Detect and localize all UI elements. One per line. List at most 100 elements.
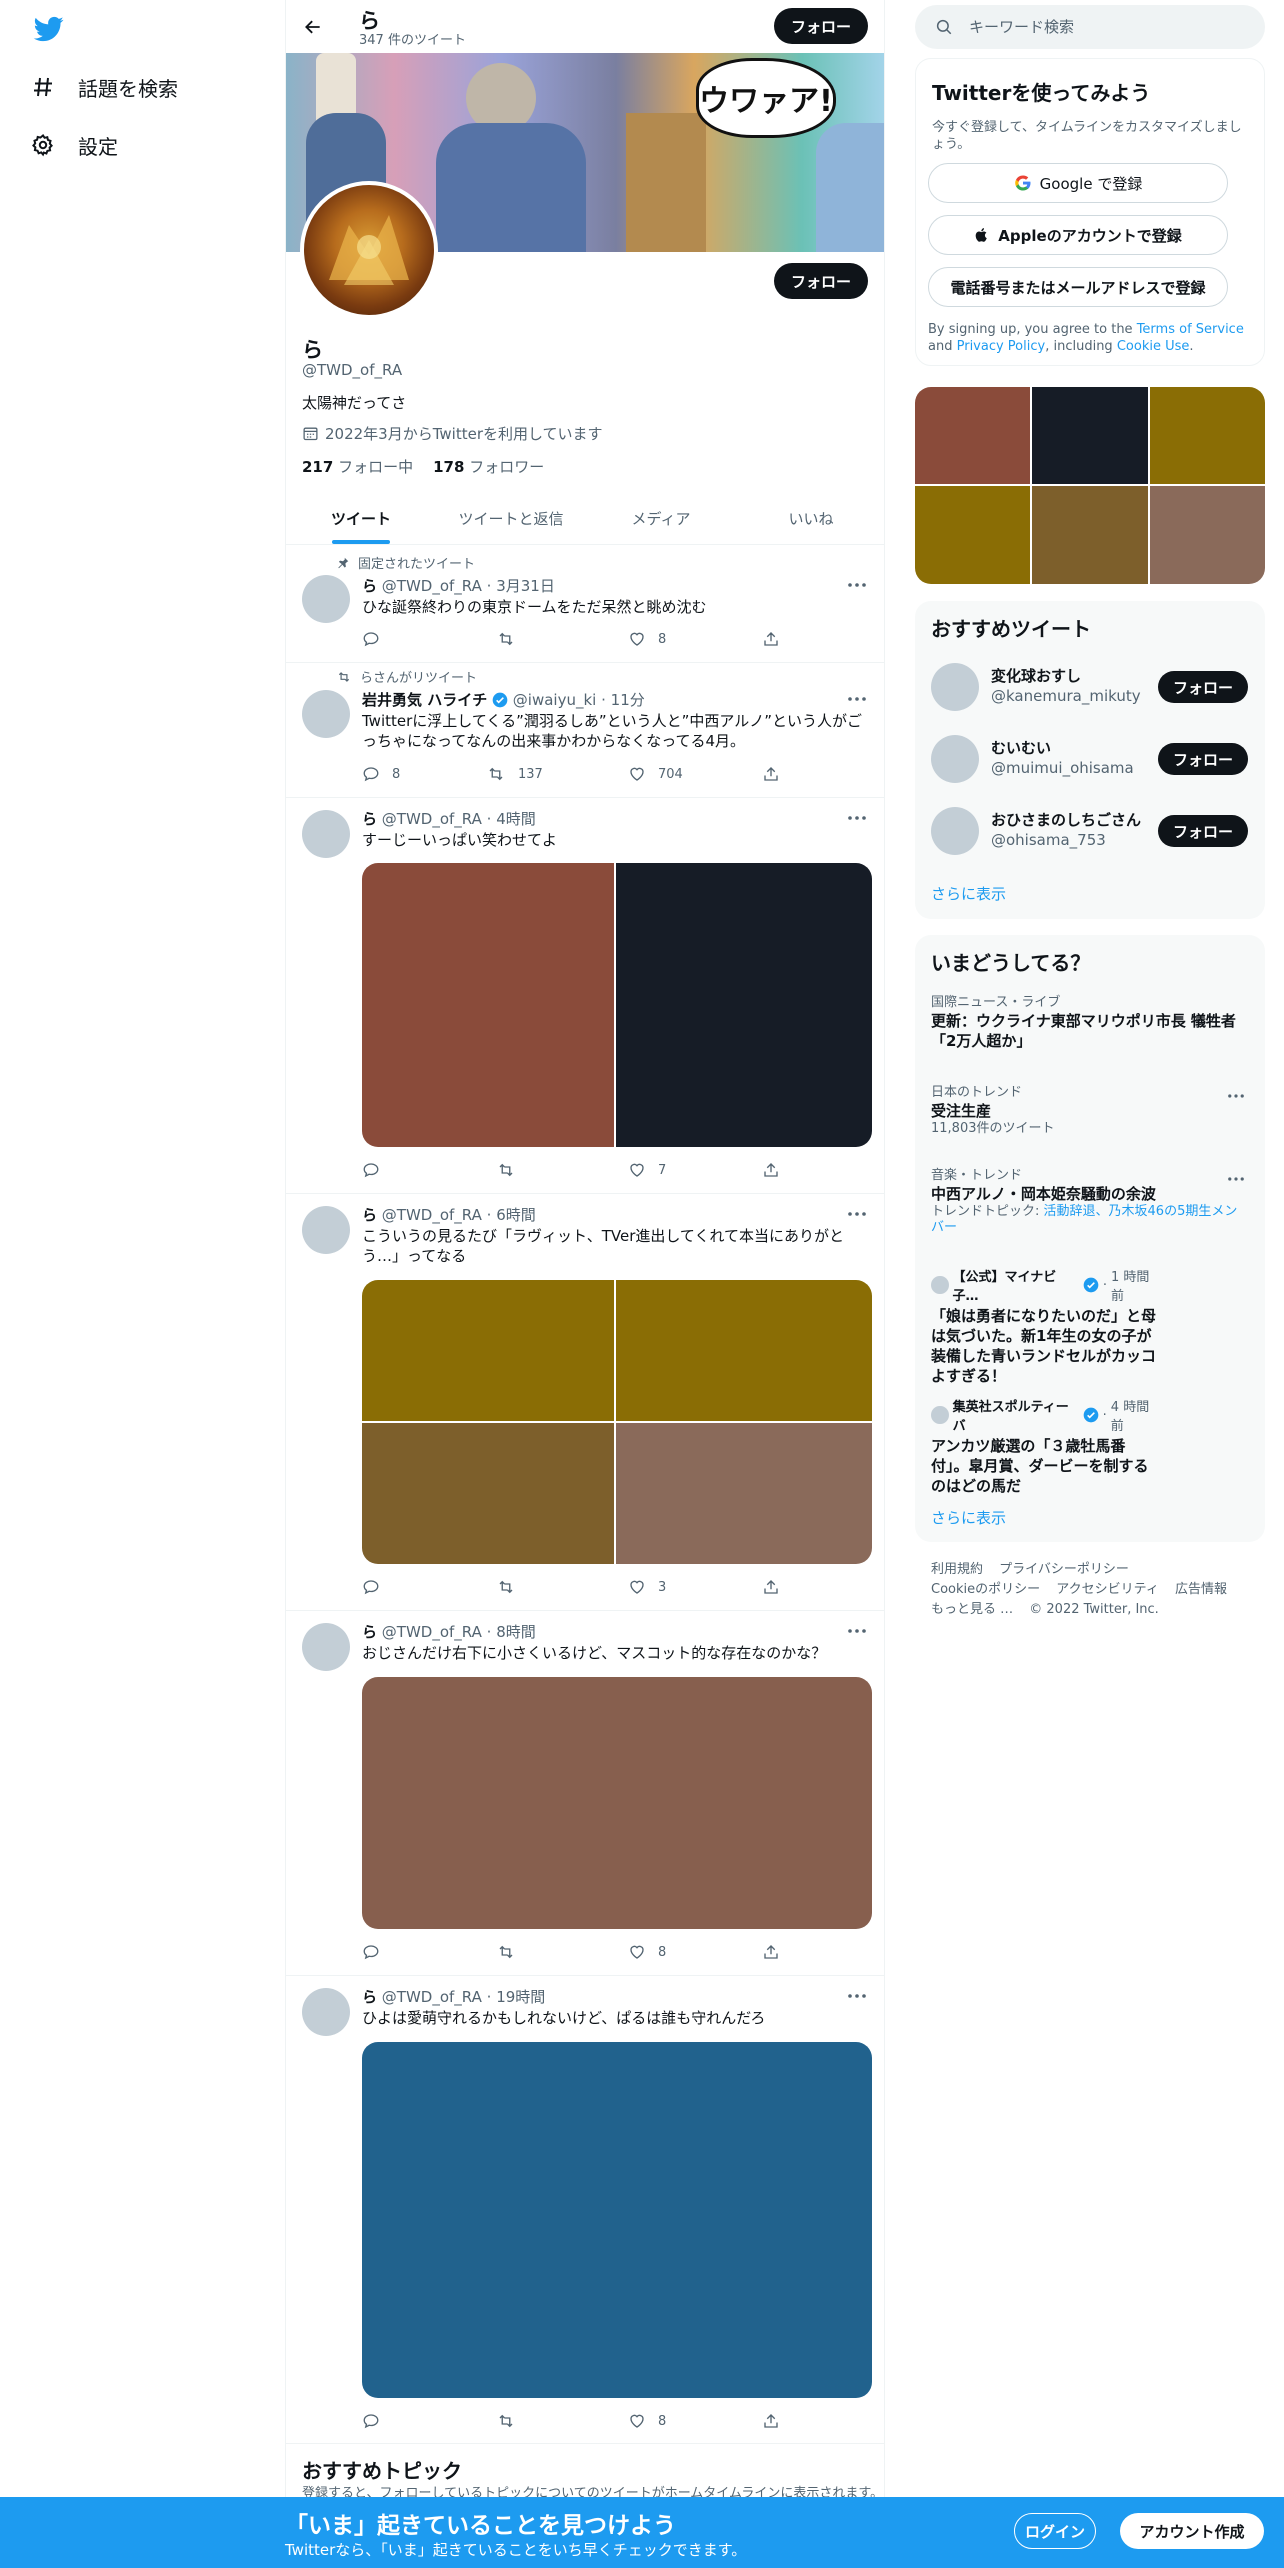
tweet[interactable]: らさんがリツイート 岩井勇気 ハライチ @iwaiyu_ki · 11分 Twi… [286, 663, 884, 798]
retweet-button[interactable]: 137 [486, 764, 543, 784]
apple-signup-button[interactable]: Appleのアカウントで登録 [928, 215, 1228, 255]
profile-avatar[interactable] [300, 181, 438, 319]
share-button[interactable] [762, 764, 780, 784]
footer-link[interactable]: 利用規約 [931, 1562, 983, 1577]
media-thumbnail[interactable] [1150, 387, 1265, 484]
google-signup-button[interactable]: Google で登録 [928, 163, 1228, 203]
tweet-handle[interactable]: @TWD_of_RA [382, 1988, 482, 2006]
signup-button[interactable]: アカウント作成 [1120, 2513, 1264, 2549]
like-button[interactable]: 704 [628, 764, 683, 784]
header-follow-button[interactable]: フォロー [774, 8, 868, 44]
follow-suggestion[interactable]: 変化球おすし @kanemura_mikuty フォロー [915, 651, 1265, 723]
retweet-button[interactable] [496, 1577, 528, 1597]
tab-media[interactable]: メディア [586, 492, 736, 544]
nav-explore[interactable]: 話題を検索 [30, 65, 178, 109]
retweet-button[interactable] [496, 629, 528, 649]
like-button[interactable]: 7 [628, 1160, 666, 1180]
following-link[interactable]: 217 フォロー中 [302, 456, 413, 477]
search-input[interactable] [969, 18, 1229, 36]
tweet-author[interactable]: ら [362, 1206, 377, 1224]
tweet[interactable]: ら @TWD_of_RA · 4時間 すーじーいっぱい笑わせてよ 7 [286, 798, 884, 1194]
tweet-avatar[interactable] [302, 810, 350, 858]
tweet[interactable]: ら @TWD_of_RA · 19時間 ひよは愛萌守れるかもしれないけど、ぱるは… [286, 1976, 884, 2444]
media-image[interactable] [616, 863, 872, 1147]
terms-link[interactable]: Terms of Service [1137, 322, 1244, 337]
tweet-handle[interactable]: @TWD_of_RA [382, 577, 482, 595]
news-item[interactable]: 【公式】マイナビ子… · 1 時間前 「娘は勇者になりたいのだ」と母は気づいた。新… [931, 1266, 1161, 1386]
reply-button[interactable] [362, 1160, 392, 1180]
tweet[interactable]: 固定されたツイート ら @TWD_of_RA · 3月31日 ひな誕祭終わりの東… [286, 545, 884, 663]
footer-link[interactable]: もっと見る … [931, 1602, 1013, 1617]
retweet-button[interactable] [496, 2411, 528, 2431]
avatar[interactable] [931, 663, 979, 711]
trends-show-more[interactable]: さらに表示 [931, 1507, 1006, 1528]
media-image[interactable] [616, 1423, 872, 1564]
follow-button[interactable]: フォロー [1158, 671, 1248, 703]
more-icon[interactable] [842, 1621, 872, 1641]
news-item[interactable]: 集英社スポルティーバ · 4 時間前 アンカツ厳選の「３歳牡馬番付」。皐月賞、ダー… [931, 1396, 1161, 1496]
tweet-avatar[interactable] [302, 1623, 350, 1671]
avatar[interactable] [931, 807, 979, 855]
tweet-author[interactable]: ら [362, 810, 377, 828]
followers-link[interactable]: 178 フォロワー [433, 456, 544, 477]
tweet-avatar[interactable] [302, 575, 350, 623]
tweet-time[interactable]: 3月31日 [496, 577, 555, 595]
nav-settings[interactable]: 設定 [30, 123, 118, 167]
tweet-time[interactable]: 4時間 [496, 810, 536, 828]
tab-likes[interactable]: いいね [736, 492, 884, 544]
footer-link[interactable]: プライバシーポリシー [999, 1562, 1129, 1577]
tweet-avatar[interactable] [302, 1206, 350, 1254]
media-thumbnail[interactable] [1032, 387, 1148, 484]
media-thumbnail[interactable] [915, 486, 1030, 584]
share-button[interactable] [762, 629, 780, 649]
tweet-media[interactable] [362, 863, 872, 1147]
follow-suggestion[interactable]: むいむい @muimui_ohisama フォロー [915, 723, 1265, 795]
tweet-avatar[interactable] [302, 690, 350, 738]
follow-button[interactable]: フォロー [1158, 743, 1248, 775]
tweet-time[interactable]: 6時間 [496, 1206, 536, 1224]
more-icon[interactable] [842, 808, 872, 828]
tweet-handle[interactable]: @iwaiyu_ki [513, 691, 597, 709]
media-image[interactable] [616, 1280, 872, 1421]
media-image[interactable] [362, 863, 614, 1147]
tab-tweets-replies[interactable]: ツイートと返信 [436, 492, 586, 544]
tweet-handle[interactable]: @TWD_of_RA [382, 1623, 482, 1641]
share-button[interactable] [762, 1577, 780, 1597]
retweet-button[interactable] [496, 1942, 528, 1962]
tweet-author[interactable]: ら [362, 1988, 377, 2006]
privacy-link[interactable]: Privacy Policy [957, 339, 1046, 354]
avatar[interactable] [931, 735, 979, 783]
follow-suggestion[interactable]: おひさまのしちごさん @ohisama_753 フォロー [915, 795, 1265, 867]
like-button[interactable]: 3 [628, 1577, 666, 1597]
tweet-author[interactable]: ら [362, 1623, 377, 1641]
media-image[interactable] [362, 1280, 614, 1421]
reply-button[interactable]: 8 [362, 764, 400, 784]
footer-link[interactable]: Cookieのポリシー [931, 1582, 1040, 1597]
back-arrow-icon[interactable] [298, 12, 328, 42]
login-button[interactable]: ログイン [1014, 2513, 1096, 2549]
tweet-handle[interactable]: @TWD_of_RA [382, 1206, 482, 1224]
media-thumbnail[interactable] [1032, 486, 1148, 584]
retweet-button[interactable] [496, 1160, 528, 1180]
tweet-media[interactable] [362, 1280, 872, 1564]
media-thumbnail[interactable] [1150, 486, 1265, 584]
more-icon[interactable] [1223, 1170, 1249, 1188]
reply-button[interactable] [362, 1577, 392, 1597]
reply-button[interactable] [362, 629, 392, 649]
tweet-time[interactable]: 11分 [611, 691, 645, 709]
tweet-media[interactable] [362, 2042, 872, 2398]
tweet-time[interactable]: 8時間 [496, 1623, 536, 1641]
share-button[interactable] [762, 1160, 780, 1180]
trend-item[interactable]: 日本のトレンド 受注生産 11,803件のツイート [931, 1085, 1249, 1137]
who-to-follow-show-more[interactable]: さらに表示 [931, 883, 1006, 904]
reply-button[interactable] [362, 2411, 392, 2431]
like-button[interactable]: 8 [628, 2411, 666, 2431]
more-icon[interactable] [842, 689, 872, 709]
like-button[interactable]: 8 [628, 629, 666, 649]
tweet[interactable]: ら @TWD_of_RA · 6時間 こういうの見るたび「ラヴィット、TVer進… [286, 1194, 884, 1611]
tweet-handle[interactable]: @TWD_of_RA [382, 810, 482, 828]
like-button[interactable]: 8 [628, 1942, 666, 1962]
more-icon[interactable] [842, 1204, 872, 1224]
search-box[interactable] [915, 5, 1265, 49]
share-button[interactable] [762, 2411, 780, 2431]
